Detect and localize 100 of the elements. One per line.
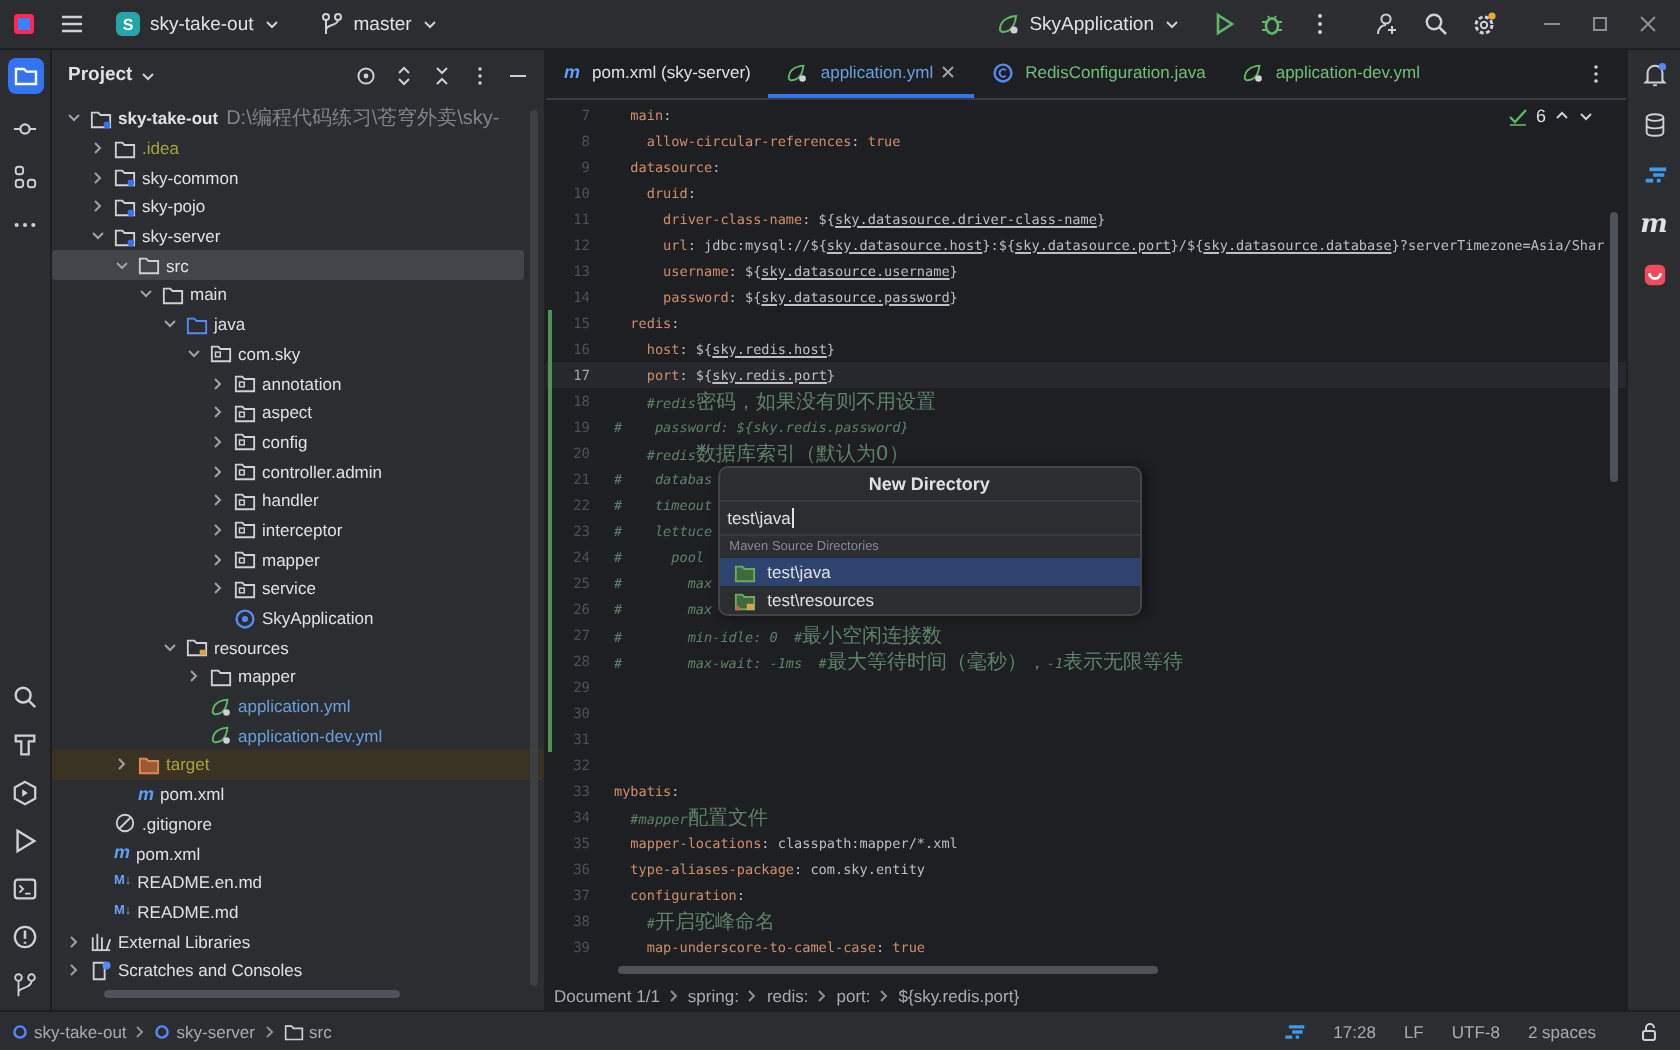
settings-icon[interactable] bbox=[1472, 12, 1496, 36]
lock-icon[interactable] bbox=[1640, 1021, 1660, 1041]
chevron-icon[interactable] bbox=[210, 463, 226, 480]
project-switcher[interactable]: S sky-take-out bbox=[108, 8, 288, 40]
chevron-icon[interactable] bbox=[210, 404, 226, 421]
tree-row[interactable]: SkyApplication bbox=[52, 603, 524, 633]
chevron-icon[interactable] bbox=[162, 639, 178, 656]
check-icon[interactable] bbox=[1507, 106, 1528, 126]
hammer-icon[interactable] bbox=[12, 732, 38, 758]
chevron-icon[interactable] bbox=[210, 492, 226, 509]
bell-icon[interactable] bbox=[1641, 62, 1667, 88]
caret-down-icon[interactable] bbox=[1578, 108, 1594, 124]
file-encoding[interactable]: UTF-8 bbox=[1451, 1021, 1500, 1041]
tree-row[interactable]: com.sky bbox=[52, 339, 524, 369]
chevron-icon[interactable] bbox=[66, 933, 82, 950]
tree-row[interactable]: aspect bbox=[52, 397, 524, 428]
caret-up-icon[interactable] bbox=[1554, 108, 1570, 124]
editor-tab[interactable]: application.yml bbox=[768, 50, 974, 98]
chevron-icon[interactable] bbox=[114, 756, 130, 773]
chevron-icon[interactable] bbox=[210, 375, 226, 392]
git-icon[interactable] bbox=[12, 972, 38, 998]
chevron-icon[interactable] bbox=[162, 316, 178, 333]
chevron-icon[interactable] bbox=[138, 286, 154, 303]
terminal-icon[interactable] bbox=[12, 876, 38, 902]
services-icon[interactable] bbox=[12, 780, 38, 806]
chevron-icon[interactable] bbox=[90, 140, 106, 157]
chevron-icon[interactable] bbox=[90, 228, 106, 245]
breadcrumb[interactable]: ${sky.redis.port} bbox=[898, 985, 1020, 1005]
path-breadcrumb[interactable]: src bbox=[283, 1021, 332, 1041]
tree-row[interactable]: application-dev.yml bbox=[52, 720, 524, 751]
run-icon[interactable] bbox=[1212, 12, 1236, 36]
project-tool-button[interactable] bbox=[7, 58, 43, 94]
collapse-all-icon[interactable] bbox=[432, 65, 452, 85]
directory-name-field[interactable]: test\java bbox=[719, 502, 1140, 536]
bug-icon[interactable] bbox=[1260, 12, 1284, 36]
tree-row[interactable]: Scratches and Consoles bbox=[52, 955, 524, 986]
line-separator[interactable]: LF bbox=[1403, 1021, 1424, 1041]
tree-row[interactable]: controller.admin bbox=[52, 456, 524, 486]
problems-icon[interactable] bbox=[12, 924, 38, 950]
tree-row[interactable]: java bbox=[52, 309, 524, 339]
tree-row[interactable]: resources bbox=[52, 632, 524, 663]
stripes-icon[interactable] bbox=[1281, 1019, 1306, 1043]
close-icon[interactable] bbox=[939, 64, 956, 80]
path-breadcrumb[interactable]: sky-server bbox=[154, 1021, 255, 1041]
chevron-icon[interactable] bbox=[210, 580, 226, 597]
path-breadcrumb[interactable]: sky-take-out bbox=[12, 1021, 127, 1041]
branch-selector[interactable]: master bbox=[311, 8, 446, 40]
view-mode-dropdown[interactable]: Project bbox=[64, 64, 161, 86]
maven-icon[interactable]: m bbox=[1640, 212, 1668, 238]
tree-row[interactable]: .gitignore bbox=[52, 809, 524, 839]
chevron-icon[interactable] bbox=[90, 169, 106, 186]
chevron-icon[interactable] bbox=[186, 668, 202, 685]
tree-row[interactable]: m pom.xml bbox=[52, 838, 524, 868]
tree-row[interactable]: handler bbox=[52, 485, 524, 516]
chevron-icon[interactable] bbox=[114, 257, 130, 274]
editor-tab[interactable]: application-dev.yml bbox=[1223, 50, 1438, 98]
chevron-icon[interactable] bbox=[66, 110, 82, 127]
tree-row[interactable]: main bbox=[52, 280, 524, 310]
tree-row[interactable]: m pom.xml bbox=[52, 779, 524, 809]
stripes-icon[interactable] bbox=[1641, 162, 1667, 188]
tree-row[interactable]: interceptor bbox=[52, 515, 524, 545]
tree-row[interactable]: service bbox=[52, 574, 524, 604]
breadcrumb[interactable]: Document 1/1 bbox=[554, 985, 660, 1005]
chevron-icon[interactable] bbox=[90, 198, 106, 215]
suggestion-item[interactable]: test\resources bbox=[719, 586, 1140, 614]
add-user-icon[interactable] bbox=[1376, 12, 1400, 36]
close-icon[interactable] bbox=[1636, 12, 1660, 36]
locate-icon[interactable] bbox=[356, 65, 376, 85]
editor-tab[interactable]: RedisConfiguration.java bbox=[973, 50, 1224, 98]
indent-setting[interactable]: 2 spaces bbox=[1527, 1021, 1596, 1041]
tree-row[interactable]: annotation bbox=[52, 368, 524, 398]
chevron-icon[interactable] bbox=[210, 521, 226, 538]
plugin-icon[interactable] bbox=[1641, 262, 1667, 288]
editor-tab[interactable]: m pom.xml (sky-server) bbox=[546, 50, 769, 98]
tree-row[interactable]: mapper bbox=[52, 544, 524, 574]
caret-position[interactable]: 17:28 bbox=[1333, 1021, 1376, 1041]
tree-row[interactable]: sky-common bbox=[52, 162, 524, 193]
tree-row[interactable]: sky-server bbox=[52, 221, 524, 251]
scrollbar[interactable] bbox=[618, 966, 1158, 974]
menu-icon[interactable] bbox=[60, 12, 84, 36]
run-icon[interactable] bbox=[12, 828, 38, 854]
chevron-icon[interactable] bbox=[66, 962, 82, 979]
structure-icon[interactable] bbox=[12, 164, 38, 190]
database-icon[interactable] bbox=[1641, 112, 1667, 138]
chevron-icon[interactable] bbox=[210, 551, 226, 568]
tree-row[interactable]: External Libraries bbox=[52, 926, 524, 956]
scrollbar[interactable] bbox=[104, 990, 400, 998]
suggestion-item[interactable]: test\java bbox=[719, 558, 1140, 586]
breadcrumb[interactable]: redis: bbox=[766, 985, 809, 1005]
tree-row[interactable]: sky-pojo bbox=[52, 192, 524, 222]
breadcrumb[interactable]: spring: bbox=[687, 985, 739, 1005]
excluded-tree-row[interactable]: target bbox=[52, 750, 544, 780]
expand-all-icon[interactable] bbox=[394, 65, 414, 85]
tree-row[interactable]: mapper bbox=[52, 662, 524, 692]
search-icon[interactable] bbox=[12, 684, 38, 710]
tree-row[interactable]: config bbox=[52, 427, 524, 457]
tree-row[interactable]: sky-take-out D:\编程代码练习\苍穹外卖\sky- bbox=[52, 104, 524, 134]
chevron-icon[interactable] bbox=[210, 433, 226, 450]
run-configuration-selector[interactable]: SkyApplication bbox=[987, 8, 1188, 40]
chevron-icon[interactable] bbox=[186, 345, 202, 362]
